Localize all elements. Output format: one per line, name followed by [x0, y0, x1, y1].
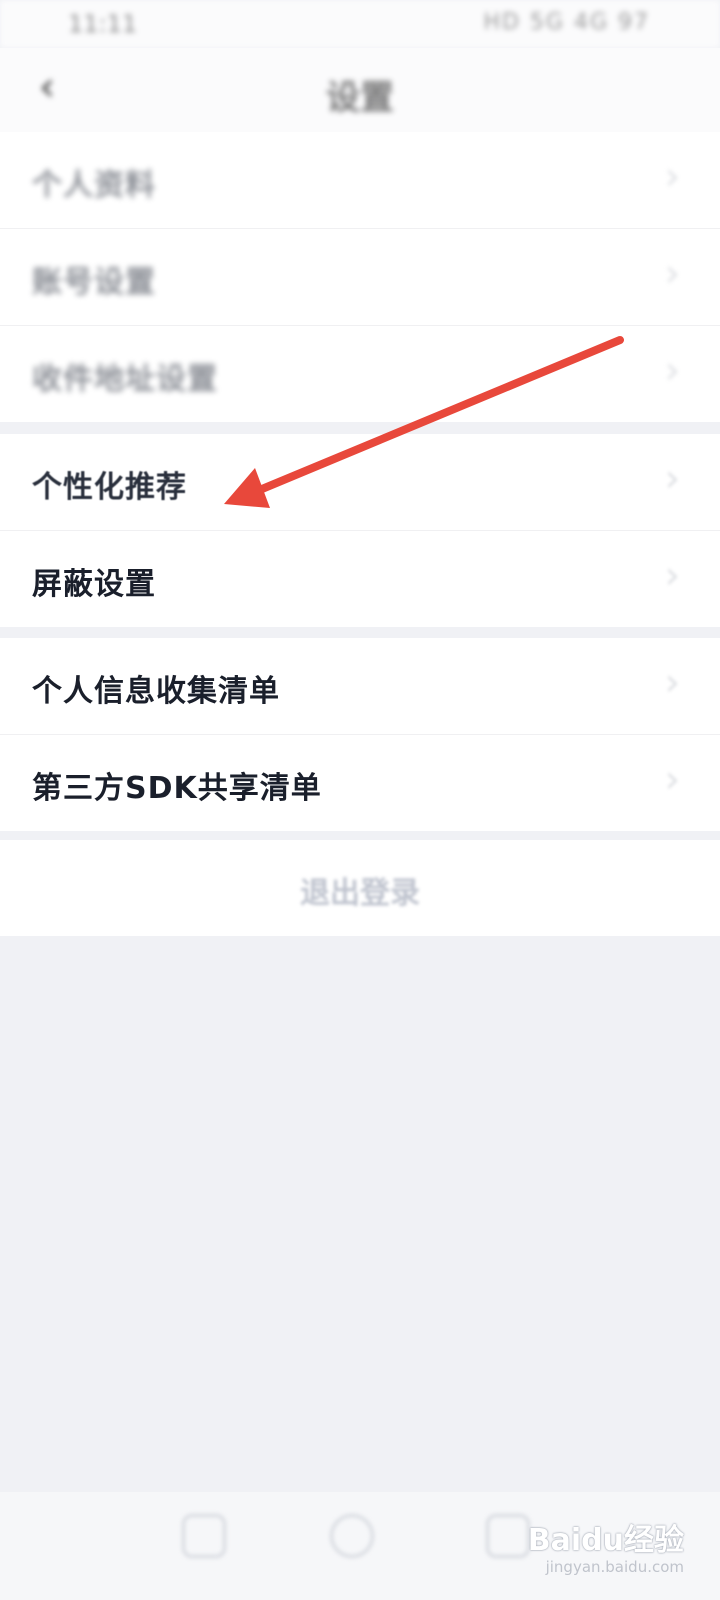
settings-group-account: 个人资料 › 账号设置 › 收件地址设置 ›	[0, 132, 720, 422]
logout-group: 退出登录	[0, 840, 720, 936]
page-title: 设置	[326, 78, 394, 118]
settings-item-third-party-sdk-list[interactable]: 第三方SDK共享清单 ›	[0, 735, 720, 831]
baidu-jingyan-watermark: Baidu经验 jingyan.baidu.com	[527, 1523, 684, 1577]
nav-back-icon[interactable]	[182, 1514, 226, 1558]
settings-item-label: 个性化推荐	[32, 470, 187, 505]
chevron-right-icon: ›	[664, 348, 680, 392]
nav-bar: ‹ 设置	[0, 48, 720, 132]
chevron-right-icon: ›	[664, 660, 680, 704]
settings-item-label: 第三方SDK共享清单	[32, 771, 322, 806]
watermark-url: jingyan.baidu.com	[545, 1558, 684, 1576]
logout-label: 退出登录	[300, 876, 420, 911]
settings-item-address[interactable]: 收件地址设置 ›	[0, 326, 720, 422]
chevron-right-icon: ›	[664, 251, 680, 295]
watermark-brand: Baidu经验	[527, 1523, 684, 1558]
chevron-right-icon: ›	[664, 757, 680, 801]
settings-group-preferences: 个性化推荐 › 屏蔽设置 ›	[0, 434, 720, 627]
nav-home-icon[interactable]	[330, 1514, 374, 1558]
settings-item-personalized-recommendation[interactable]: 个性化推荐 ›	[0, 434, 720, 531]
chevron-right-icon: ›	[664, 553, 680, 597]
settings-item-label: 收件地址设置	[32, 362, 218, 397]
settings-item-account[interactable]: 账号设置 ›	[0, 229, 720, 326]
settings-item-personal-info-list[interactable]: 个人信息收集清单 ›	[0, 638, 720, 735]
chevron-right-icon: ›	[664, 456, 680, 500]
settings-item-label: 账号设置	[32, 265, 156, 300]
logout-button[interactable]: 退出登录	[0, 840, 720, 936]
settings-item-label: 个人信息收集清单	[32, 674, 280, 709]
settings-group-privacy: 个人信息收集清单 › 第三方SDK共享清单 ›	[0, 638, 720, 831]
settings-item-block[interactable]: 屏蔽设置 ›	[0, 531, 720, 627]
settings-item-label: 屏蔽设置	[32, 567, 156, 602]
settings-item-label: 个人资料	[32, 168, 156, 203]
nav-recent-icon[interactable]	[486, 1514, 530, 1558]
settings-item-profile[interactable]: 个人资料 ›	[0, 132, 720, 229]
status-bar: 11:11 HD 5G 4G 97	[0, 0, 720, 48]
status-icons: HD 5G 4G 97	[483, 10, 650, 35]
chevron-right-icon: ›	[664, 154, 680, 198]
status-time: 11:11	[68, 10, 138, 38]
